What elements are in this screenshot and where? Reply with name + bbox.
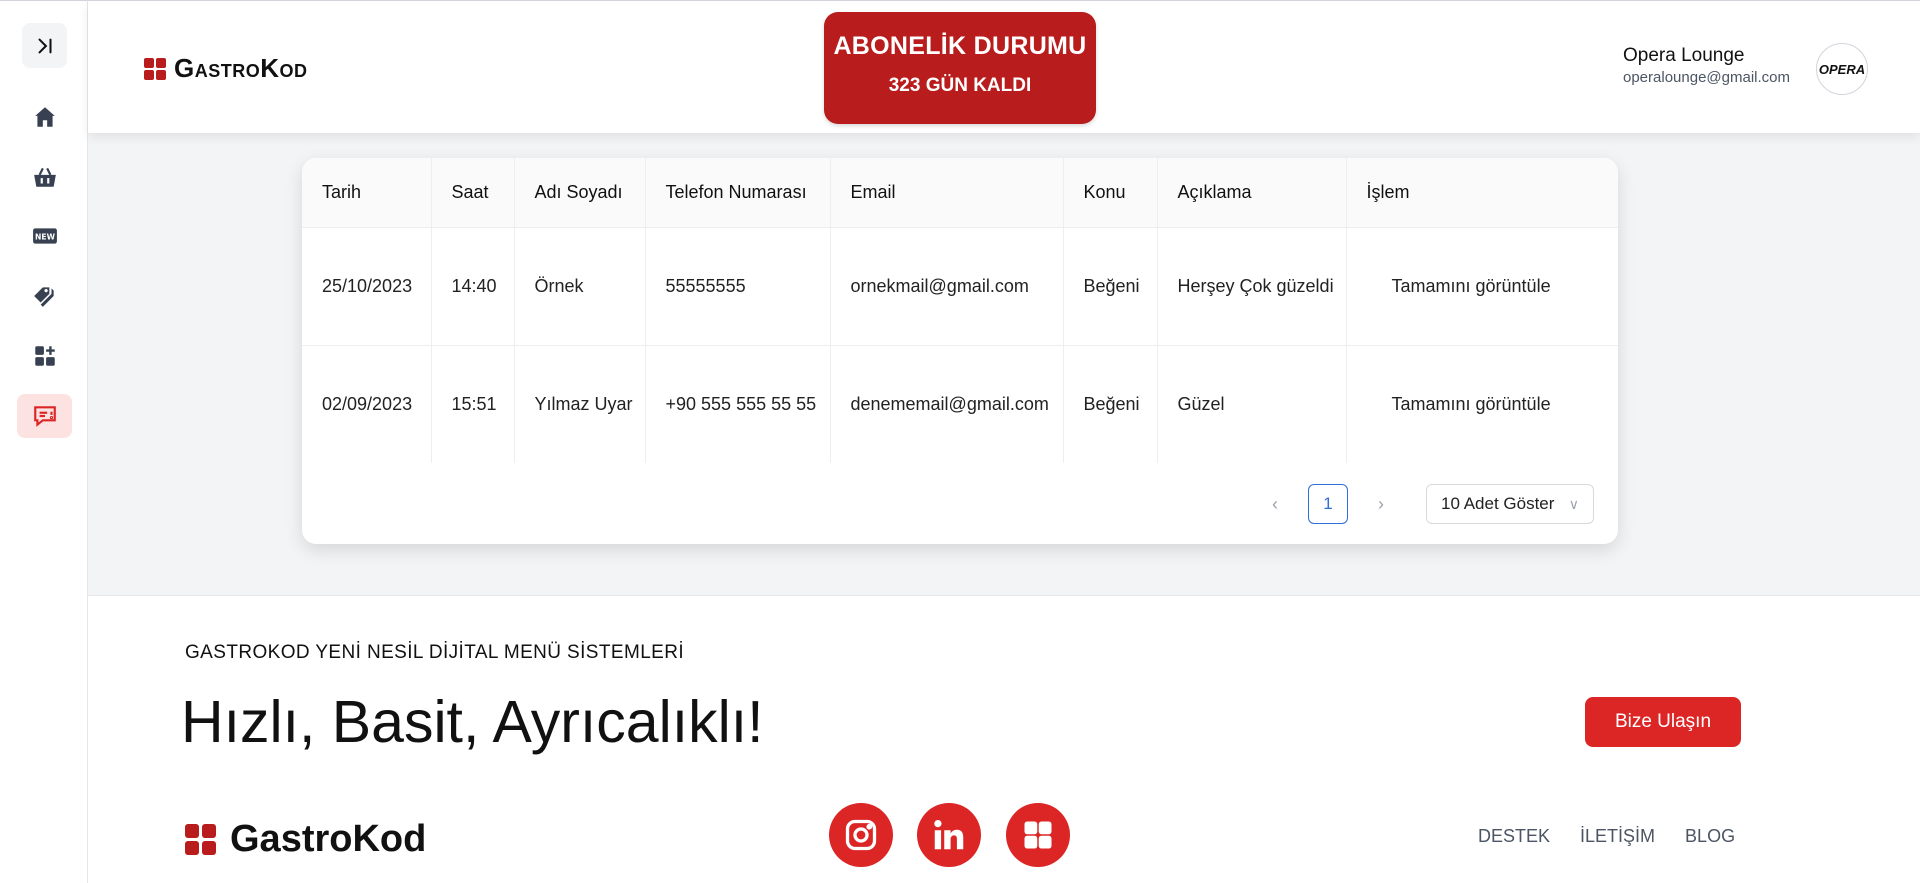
- svg-text:NEW: NEW: [35, 232, 56, 241]
- view-full-link[interactable]: Tamamını görüntüle: [1346, 345, 1618, 463]
- footer-link-support[interactable]: DESTEK: [1478, 826, 1550, 847]
- cell-phone: +90 555 555 55 55: [645, 345, 831, 463]
- cell-time: 14:40: [431, 227, 515, 345]
- cell-description: Güzel: [1157, 345, 1347, 463]
- table-row: 25/10/2023 14:40 Örnek 55555555 ornekmai…: [302, 227, 1618, 345]
- column-header-phone: Telefon Numarası: [645, 158, 831, 227]
- footer-link-contact[interactable]: İLETİŞİM: [1580, 826, 1655, 847]
- apps-add-icon: [34, 346, 55, 366]
- sidebar-item-feedback[interactable]: [17, 394, 72, 438]
- column-header-subject: Konu: [1063, 158, 1158, 227]
- view-full-link[interactable]: Tamamını görüntüle: [1346, 227, 1618, 345]
- sidebar-item-apps[interactable]: [17, 334, 72, 378]
- pagination: ‹ 1 › 10 Adet Göster ∨: [1260, 484, 1594, 524]
- next-page-button[interactable]: ›: [1366, 489, 1396, 519]
- footer-brand-name: GastroKod: [230, 818, 427, 860]
- sidebar-item-basket[interactable]: [17, 155, 72, 199]
- chevron-left-icon: ‹: [1272, 493, 1278, 514]
- contact-us-button[interactable]: Bize Ulaşın: [1585, 697, 1741, 747]
- column-header-time: Saat: [431, 158, 515, 227]
- footer-headline: Hızlı, Basit, Ayrıcalıklı!: [181, 689, 764, 755]
- top-header: GastroKod ABONELİK DURUMU 323 GÜN KALDI …: [88, 0, 1920, 133]
- cell-phone: 55555555: [645, 227, 831, 345]
- table-row: 02/09/2023 15:51 Yılmaz Uyar +90 555 555…: [302, 345, 1618, 463]
- footer-brand-logo[interactable]: GastroKod: [185, 818, 426, 861]
- feedback-table: Tarih Saat Adı Soyadı Telefon Numarası E…: [302, 158, 1618, 463]
- tags-icon: [33, 287, 54, 307]
- page-size-value: 10 Adet Göster: [1441, 494, 1555, 513]
- table-header-row: Tarih Saat Adı Soyadı Telefon Numarası E…: [302, 158, 1618, 227]
- footer: GASTROKOD YENİ NESİL DİJİTAL MENÜ SİSTEM…: [88, 595, 1920, 883]
- column-header-email: Email: [830, 158, 1064, 227]
- home-icon: [34, 107, 55, 127]
- page-size-select[interactable]: 10 Adet Göster ∨: [1426, 484, 1594, 524]
- linkedin-button[interactable]: [917, 803, 981, 867]
- footer-kicker: GASTROKOD YENİ NESİL DİJİTAL MENÜ SİSTEM…: [185, 642, 685, 663]
- column-header-description: Açıklama: [1157, 158, 1347, 227]
- subscription-status-badge: ABONELİK DURUMU 323 GÜN KALDI: [824, 12, 1096, 124]
- expand-sidebar-icon: [37, 38, 52, 53]
- cell-date: 02/09/2023: [302, 345, 432, 463]
- grid-logo-icon: [1024, 821, 1052, 849]
- avatar-text: OPERA: [1818, 61, 1866, 77]
- subscription-title: ABONELİK DURUMU: [833, 32, 1087, 60]
- sidebar-item-tags[interactable]: [17, 274, 72, 318]
- cell-email: denememail@gmail.com: [830, 345, 1064, 463]
- cell-description: Herşey Çok güzeldi: [1157, 227, 1347, 345]
- cell-name: Örnek: [514, 227, 646, 345]
- brand-logo[interactable]: GastroKod: [144, 53, 308, 84]
- user-name: Opera Lounge: [1623, 45, 1745, 66]
- linkedin-icon: [934, 819, 964, 850]
- sidebar-item-home[interactable]: [17, 95, 72, 139]
- cell-time: 15:51: [431, 345, 515, 463]
- user-info[interactable]: Opera Lounge operalounge@gmail.com: [1623, 45, 1790, 86]
- subscription-days-left: 323 GÜN KALDI: [888, 75, 1032, 96]
- feedback-icon: [33, 406, 56, 427]
- sidebar-toggle-button[interactable]: [22, 23, 67, 68]
- column-header-name: Adı Soyadı: [514, 158, 646, 227]
- prev-page-button[interactable]: ‹: [1260, 489, 1290, 519]
- chevron-right-icon: ›: [1378, 493, 1384, 514]
- instagram-icon: [845, 819, 877, 851]
- feedback-table-card: Tarih Saat Adı Soyadı Telefon Numarası E…: [302, 158, 1618, 544]
- chevron-down-icon: ∨: [1568, 495, 1579, 512]
- column-header-action: İşlem: [1366, 181, 1410, 202]
- cell-subject: Beğeni: [1063, 227, 1158, 345]
- sidebar-item-new[interactable]: NEW: [17, 214, 72, 258]
- brand-name: GastroKod: [174, 53, 308, 83]
- footer-link-blog[interactable]: BLOG: [1685, 826, 1735, 847]
- cell-date: 25/10/2023: [302, 227, 432, 345]
- logo-mark-icon: [185, 824, 216, 855]
- column-header-date: Tarih: [302, 158, 432, 227]
- instagram-button[interactable]: [829, 803, 893, 867]
- logo-mark-icon: [144, 57, 166, 80]
- cell-subject: Beğeni: [1063, 345, 1158, 463]
- sidebar: NEW: [0, 0, 88, 883]
- cell-email: ornekmail@gmail.com: [830, 227, 1064, 345]
- avatar[interactable]: OPERA: [1816, 43, 1868, 95]
- gastrokod-app-button[interactable]: [1006, 803, 1070, 867]
- user-email: operalounge@gmail.com: [1623, 69, 1790, 86]
- new-badge-icon: NEW: [32, 228, 57, 244]
- basket-icon: [33, 167, 56, 187]
- page-number-button[interactable]: 1: [1308, 484, 1348, 524]
- cell-name: Yılmaz Uyar: [514, 345, 646, 463]
- footer-links: DESTEK İLETİŞİM BLOG: [1478, 826, 1735, 847]
